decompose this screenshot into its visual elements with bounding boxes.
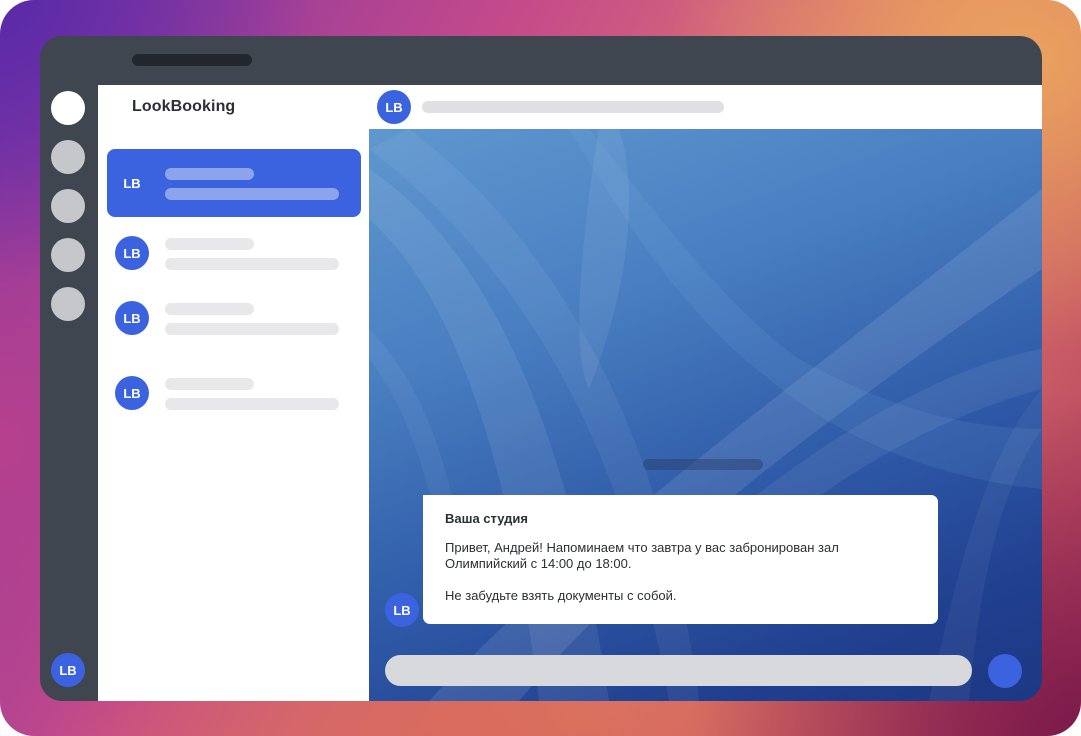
chat-list-item[interactable]: LB bbox=[107, 149, 361, 217]
message-bubble: Ваша студия Привет, Андрей! Напоминаем ч… bbox=[423, 495, 938, 624]
chat-list-sidebar: LookBooking LB LB LB LB bbox=[98, 85, 369, 701]
date-separator bbox=[643, 459, 763, 470]
message-sender: Ваша студия bbox=[445, 511, 528, 526]
rail-workspace-2[interactable] bbox=[51, 140, 85, 174]
chat-header: LB bbox=[369, 85, 1042, 129]
chat-list-item[interactable]: LB bbox=[107, 359, 361, 427]
chat-list-item[interactable]: LB bbox=[107, 219, 361, 287]
message-text-secondary: Не забудьте взять документы с собой. bbox=[445, 588, 677, 603]
rail-workspace-5[interactable] bbox=[51, 287, 85, 321]
user-avatar[interactable]: LB bbox=[51, 653, 85, 687]
app-window: LB LookBooking LB LB LB LB LB Ваша студи… bbox=[40, 36, 1042, 701]
chat-title-placeholder bbox=[165, 168, 254, 180]
chat-title-placeholder bbox=[165, 303, 254, 315]
message-input[interactable] bbox=[385, 655, 972, 686]
message-avatar: LB bbox=[385, 593, 419, 627]
chat-preview-placeholder bbox=[165, 258, 339, 270]
rail-workspace-3[interactable] bbox=[51, 189, 85, 223]
chat-messages-area: Ваша студия Привет, Андрей! Напоминаем ч… bbox=[369, 129, 1042, 701]
window-notch bbox=[132, 54, 252, 66]
message-text: Привет, Андрей! Напоминаем что завтра у … bbox=[445, 540, 839, 571]
chat-title-placeholder bbox=[165, 238, 254, 250]
chat-preview-placeholder bbox=[165, 188, 339, 200]
chat-preview-placeholder bbox=[165, 323, 339, 335]
chat-avatar: LB bbox=[123, 175, 141, 191]
send-button[interactable] bbox=[988, 654, 1022, 688]
chat-avatar: LB bbox=[115, 301, 149, 335]
chat-preview-placeholder bbox=[165, 398, 339, 410]
chat-avatar: LB bbox=[115, 376, 149, 410]
rail-workspace-active[interactable] bbox=[51, 91, 85, 125]
chat-header-avatar[interactable]: LB bbox=[377, 90, 411, 124]
chat-header-title-placeholder bbox=[422, 101, 724, 113]
rail-workspace-4[interactable] bbox=[51, 238, 85, 272]
chat-title-placeholder bbox=[165, 378, 254, 390]
chat-list-item[interactable]: LB bbox=[107, 284, 361, 352]
app-title: LookBooking bbox=[132, 98, 236, 115]
chat-avatar: LB bbox=[115, 236, 149, 270]
